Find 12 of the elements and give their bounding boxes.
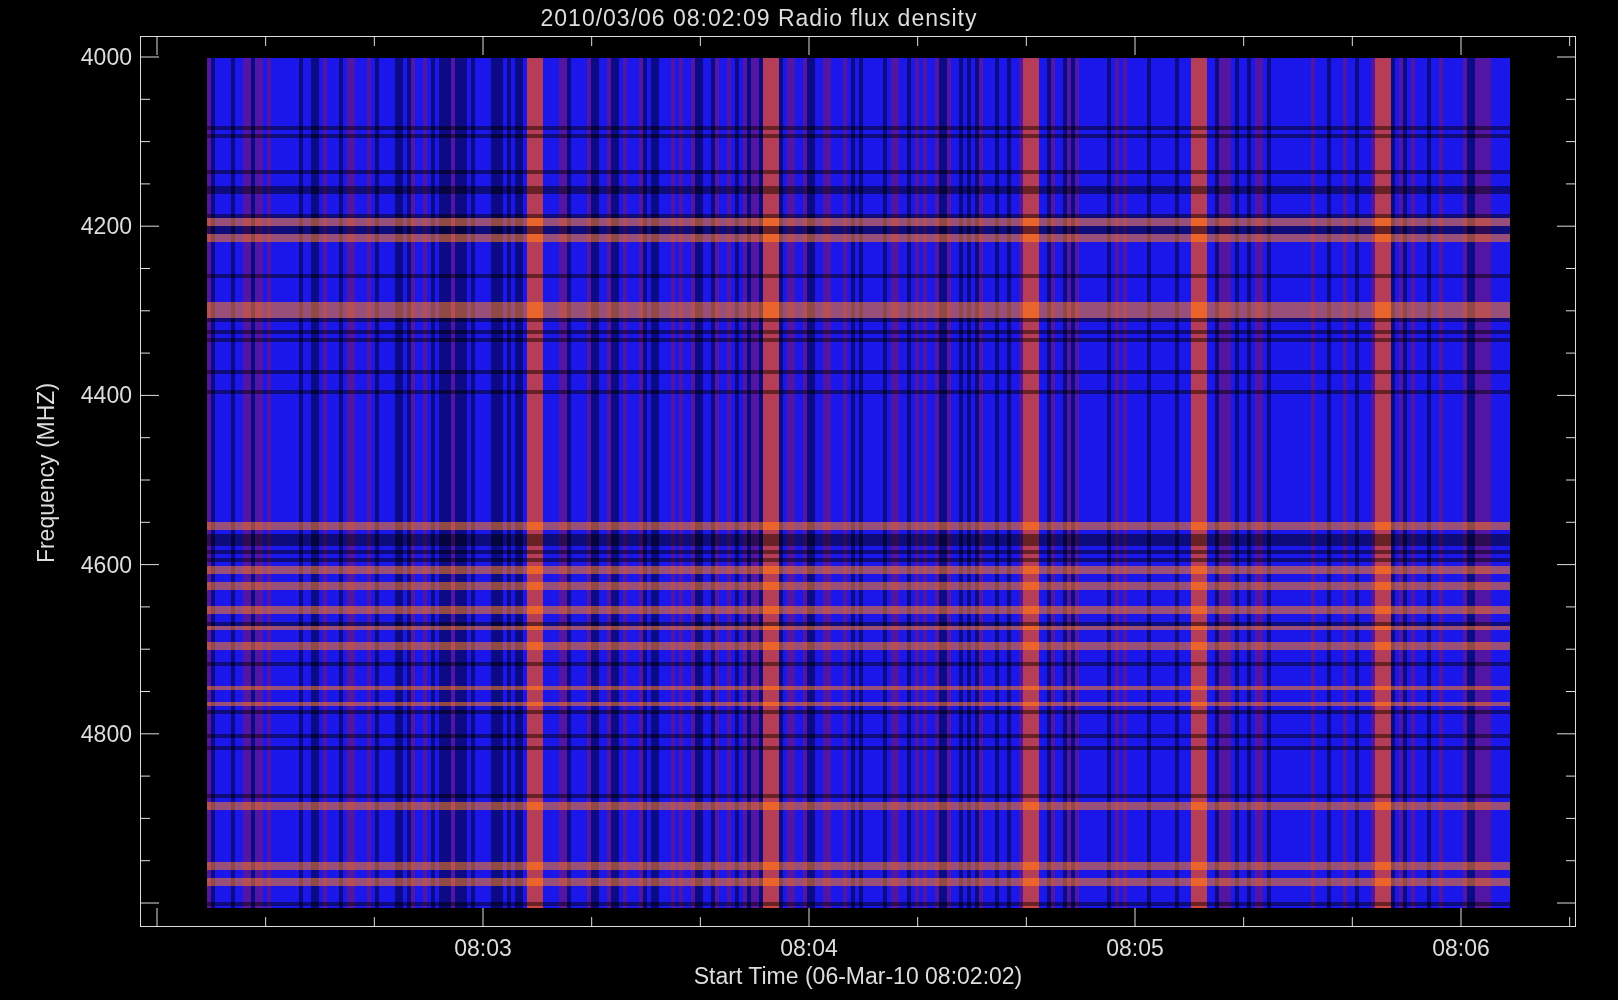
y-tick-label: 4200 bbox=[80, 213, 132, 240]
y-tick-label: 4400 bbox=[80, 382, 132, 409]
x-tick-label: 08:05 bbox=[1105, 935, 1165, 961]
x-tick-label: 08:06 bbox=[1431, 935, 1491, 961]
x-axis-label: Start Time (06-Mar-10 08:02:02) bbox=[692, 963, 1024, 989]
x-tick-label: 08:04 bbox=[779, 935, 839, 961]
chart-title: 2010/03/06 08:02:09 Radio flux density bbox=[539, 4, 979, 32]
y-tick-label: 4800 bbox=[80, 720, 132, 747]
y-tick-label: 4000 bbox=[80, 44, 132, 70]
y-tick-label: 4600 bbox=[80, 551, 132, 578]
x-tick-label: 08:03 bbox=[453, 935, 513, 961]
y-axis-label: Frequency (MHZ) bbox=[33, 381, 59, 566]
